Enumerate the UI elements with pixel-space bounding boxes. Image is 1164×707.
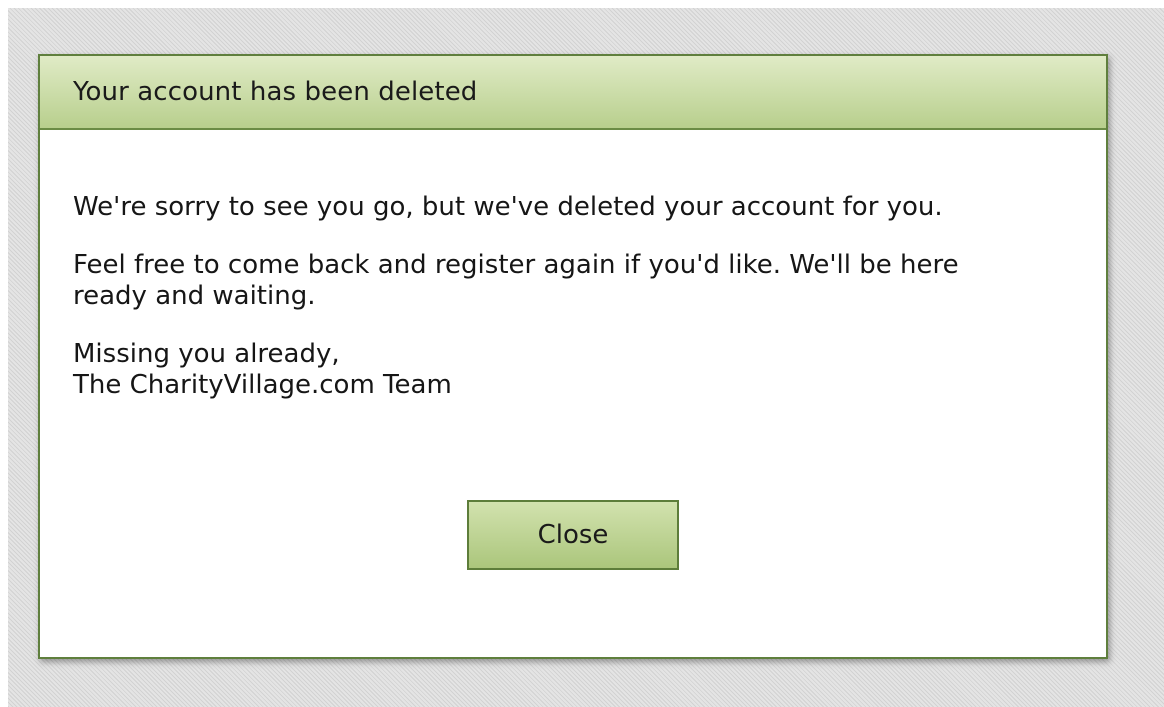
dialog-title: Your account has been deleted	[73, 77, 478, 107]
button-row: Close	[40, 500, 1106, 570]
close-button[interactable]: Close	[467, 500, 679, 570]
message-paragraph-2: Feel free to come back and register agai…	[73, 250, 1073, 312]
message-text: We're sorry to see you go, but we've del…	[73, 192, 943, 222]
message-text: Feel free to come back and register agai…	[73, 250, 959, 280]
account-deleted-dialog: Your account has been deleted We're sorr…	[38, 54, 1108, 659]
message-text: ready and waiting.	[73, 281, 316, 311]
message-paragraph-1: We're sorry to see you go, but we've del…	[73, 192, 1073, 223]
dialog-header: Your account has been deleted	[40, 56, 1106, 130]
signoff-line: Missing you already,	[73, 339, 340, 369]
signoff-team: The CharityVillage.com Team	[73, 370, 452, 400]
signoff: Missing you already, The CharityVillage.…	[73, 339, 1073, 401]
dialog-body: We're sorry to see you go, but we've del…	[40, 130, 1106, 401]
